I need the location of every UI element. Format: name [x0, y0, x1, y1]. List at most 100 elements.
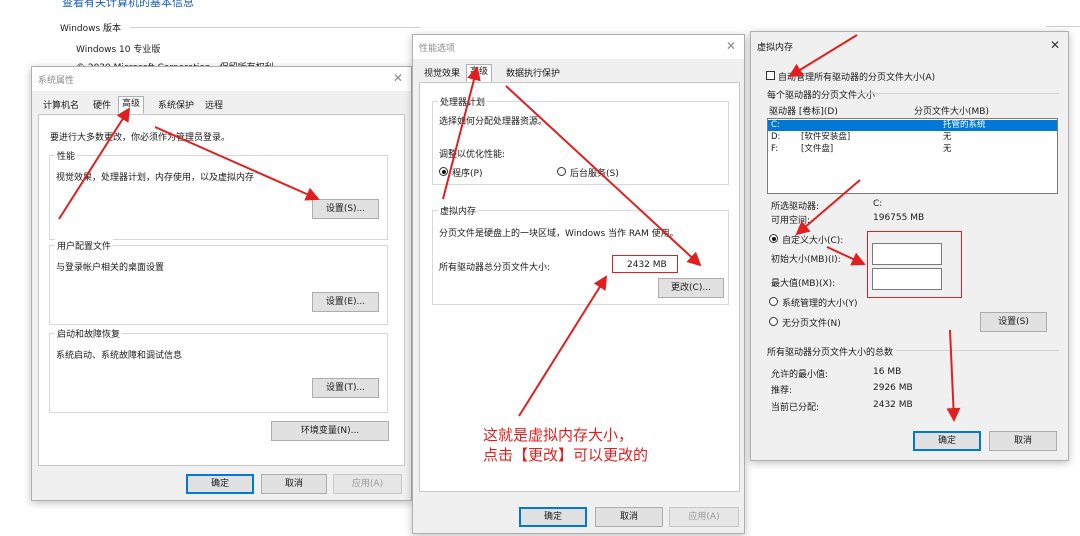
background-divider-right: [1046, 26, 1080, 27]
tab-system-protection[interactable]: 系统保护: [154, 98, 198, 113]
processor-scheduling-group: 处理器计划 选择如何分配处理器资源。 调整以优化性能: 程序(P) 后台服务(S…: [432, 95, 729, 185]
user-profiles-desc: 与登录帐户相关的桌面设置: [56, 263, 165, 273]
drive-row[interactable]: D: [软件安装盘] 无: [768, 132, 1057, 143]
edition-value: Windows 10 专业版: [76, 45, 161, 55]
ok-button[interactable]: 确定: [186, 474, 254, 494]
custom-size-radio[interactable]: [769, 234, 778, 243]
tab-remote[interactable]: 远程: [201, 98, 227, 113]
page-heading: 查看有关计算机的基本信息: [62, 0, 194, 9]
processor-scheduling-desc: 选择如何分配处理器资源。: [439, 117, 548, 127]
system-managed-radio[interactable]: [769, 297, 778, 306]
no-paging-file-radio[interactable]: [769, 317, 778, 326]
drive-label: [文件盘]: [801, 144, 834, 154]
adjust-label: 调整以优化性能:: [439, 150, 506, 160]
drive-label: [软件安装盘]: [801, 132, 851, 142]
cancel-button[interactable]: 取消: [261, 474, 327, 494]
window-title: 系统属性: [38, 76, 75, 86]
processor-scheduling-label: 处理器计划: [438, 95, 488, 108]
drive-letter: F:: [771, 144, 779, 154]
admin-note: 要进行大多数更改，你必须作为管理员登录。: [50, 133, 231, 143]
change-button[interactable]: 更改(C)...: [658, 278, 724, 298]
tab-hardware[interactable]: 硬件: [89, 98, 115, 113]
custom-size-label: 自定义大小(C):: [782, 236, 844, 246]
tab-strip: 视觉效果 高级 数据执行保护: [420, 64, 740, 83]
total-paging-label: 所有驱动器总分页文件大小:: [439, 263, 551, 273]
min-allowed-label: 允许的最小值:: [771, 370, 829, 380]
cancel-button[interactable]: 取消: [989, 431, 1057, 451]
tab-panel: 要进行大多数更改，你必须作为管理员登录。 性能 视觉效果，处理器计划，内存使用，…: [38, 114, 405, 466]
ok-button[interactable]: 确定: [913, 431, 981, 451]
ok-button[interactable]: 确定: [519, 507, 587, 527]
performance-label: 性能: [55, 149, 78, 162]
free-space-label: 可用空间:: [771, 216, 811, 226]
min-allowed-value: 16 MB: [873, 367, 902, 377]
close-icon[interactable]: ✕: [393, 71, 403, 85]
close-icon[interactable]: ✕: [726, 39, 736, 53]
virtual-memory-dialog: 虚拟内存 ✕ 自动管理所有驱动器的分页文件大小(A) 每个驱动器的分页文件大小 …: [750, 31, 1069, 461]
user-profiles-settings-button[interactable]: 设置(E)...: [312, 292, 379, 312]
totals-divider: [896, 350, 1059, 351]
auto-manage-label: 自动管理所有驱动器的分页文件大小(A): [778, 73, 936, 83]
performance-desc: 视觉效果，处理器计划，内存使用，以及虚拟内存: [56, 173, 255, 183]
tab-dep[interactable]: 数据执行保护: [502, 66, 564, 81]
window-title: 性能选项: [419, 44, 456, 54]
apply-button[interactable]: 应用(A): [333, 474, 402, 494]
set-button[interactable]: 设置(S): [980, 312, 1047, 332]
total-paging-value: 2432 MB: [627, 260, 667, 270]
virtual-memory-label: 虚拟内存: [438, 204, 479, 217]
drive-list[interactable]: C: 托管的系统 D: [软件安装盘] 无 F: [文件盘] 无: [767, 118, 1058, 194]
per-drive-label: 每个驱动器的分页文件大小: [767, 91, 876, 101]
window-title: 虚拟内存: [757, 43, 794, 53]
services-radio-label: 后台服务(S): [570, 169, 619, 179]
environment-variables-button[interactable]: 环境变量(N)...: [271, 421, 389, 441]
virtual-memory-desc: 分页文件是硬盘上的一块区域，Windows 当作 RAM 使用。: [439, 229, 679, 239]
drive-column-header: 驱动器 [卷标](D): [769, 107, 838, 117]
drive-letter: C:: [771, 120, 780, 130]
current-allocated-label: 当前已分配:: [771, 403, 820, 413]
startup-recovery-settings-button[interactable]: 设置(T)...: [312, 378, 379, 398]
initial-size-input[interactable]: [872, 243, 942, 265]
max-size-input[interactable]: [872, 268, 942, 290]
initial-size-label: 初始大小(MB)(I):: [771, 255, 841, 265]
drive-row[interactable]: C: 托管的系统: [768, 120, 1057, 131]
startup-recovery-group: 启动和故障恢复 系统启动、系统故障和调试信息 设置(T)...: [49, 327, 388, 413]
titlebar: 系统属性 ✕: [32, 67, 411, 91]
tab-advanced[interactable]: 高级: [118, 96, 145, 114]
performance-group: 性能 视觉效果，处理器计划，内存使用，以及虚拟内存 设置(S)...: [49, 149, 388, 240]
edition-label: Windows 版本: [60, 24, 122, 34]
system-managed-label: 系统管理的大小(Y): [782, 299, 858, 309]
drive-row[interactable]: F: [文件盘] 无: [768, 144, 1057, 155]
drive-size: 无: [943, 144, 952, 154]
tab-strip: 计算机名 硬件 高级 系统保护 远程: [39, 96, 404, 115]
startup-recovery-desc: 系统启动、系统故障和调试信息: [56, 351, 183, 361]
current-allocated-value: 2432 MB: [873, 400, 913, 410]
user-profiles-group: 用户配置文件 与登录帐户相关的桌面设置 设置(E)...: [49, 239, 388, 325]
system-properties-window: 系统属性 ✕ 计算机名 硬件 高级 系统保护 远程 要进行大多数更改，你必须作为…: [31, 66, 412, 501]
apply-button[interactable]: 应用(A): [669, 507, 739, 527]
startup-recovery-label: 启动和故障恢复: [55, 327, 123, 340]
divider: [130, 27, 420, 28]
recommended-value: 2926 MB: [873, 383, 913, 393]
no-paging-file-label: 无分页文件(N): [782, 319, 841, 329]
annotation-line-2: 点击【更改】可以更改的: [483, 446, 649, 464]
programs-radio[interactable]: [439, 167, 448, 176]
titlebar: 性能选项 ✕: [413, 35, 744, 59]
performance-settings-button[interactable]: 设置(S)...: [312, 199, 379, 219]
tab-visual-effects[interactable]: 视觉效果: [420, 66, 464, 81]
annotation-line-1: 这就是虚拟内存大小，: [483, 426, 634, 444]
drive-letter: D:: [771, 132, 781, 142]
selected-drive-label: 所选驱动器:: [771, 202, 820, 212]
drive-size: 托管的系统: [943, 120, 986, 130]
free-space-value: 196755 MB: [873, 213, 925, 223]
recommended-label: 推荐:: [771, 386, 793, 396]
per-drive-divider: [852, 93, 1059, 94]
auto-manage-checkbox[interactable]: [766, 71, 775, 80]
cancel-button[interactable]: 取消: [595, 507, 663, 527]
close-icon[interactable]: ✕: [1050, 38, 1060, 52]
virtual-memory-group: 虚拟内存 分页文件是硬盘上的一块区域，Windows 当作 RAM 使用。 所有…: [432, 204, 729, 305]
services-radio[interactable]: [557, 167, 566, 176]
size-column-header: 分页文件大小(MB): [914, 107, 989, 117]
tab-computer-name[interactable]: 计算机名: [39, 98, 83, 113]
totals-label: 所有驱动器分页文件大小的总数: [767, 348, 894, 358]
tab-advanced[interactable]: 高级: [466, 64, 493, 82]
